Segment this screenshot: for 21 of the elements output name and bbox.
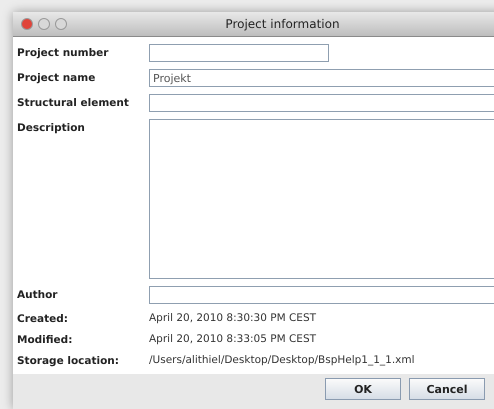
field-label: Storage location: — [17, 354, 120, 367]
minimize-button[interactable] — [38, 18, 50, 30]
window-title: Project information — [225, 17, 341, 31]
field-label: Project number — [17, 46, 110, 59]
field-label: Author — [17, 288, 58, 301]
close-button[interactable] — [21, 18, 33, 30]
info-value: April 20, 2010 8:33:05 PM CEST — [149, 332, 318, 347]
info-value: /Users/alithiel/Desktop/Desktop/BspHelp1_1_1.xml — [149, 353, 416, 368]
zoom-button[interactable] — [55, 18, 67, 30]
info-value: April 20, 2010 8:30:30 PM CEST — [149, 311, 318, 326]
field-label: Created: — [17, 312, 69, 325]
field-label: Modified: — [17, 333, 74, 346]
field-label: Description — [17, 121, 86, 134]
ok-button[interactable]: OK — [325, 378, 401, 400]
cancel-button[interactable]: Cancel — [409, 378, 485, 400]
field-label: Project name — [17, 71, 96, 84]
input-field[interactable] — [149, 94, 494, 112]
field-label: Structural element — [17, 96, 130, 109]
input-field[interactable]: Projekt — [149, 69, 494, 87]
input-field[interactable] — [149, 44, 329, 62]
input-field[interactable] — [149, 286, 494, 304]
